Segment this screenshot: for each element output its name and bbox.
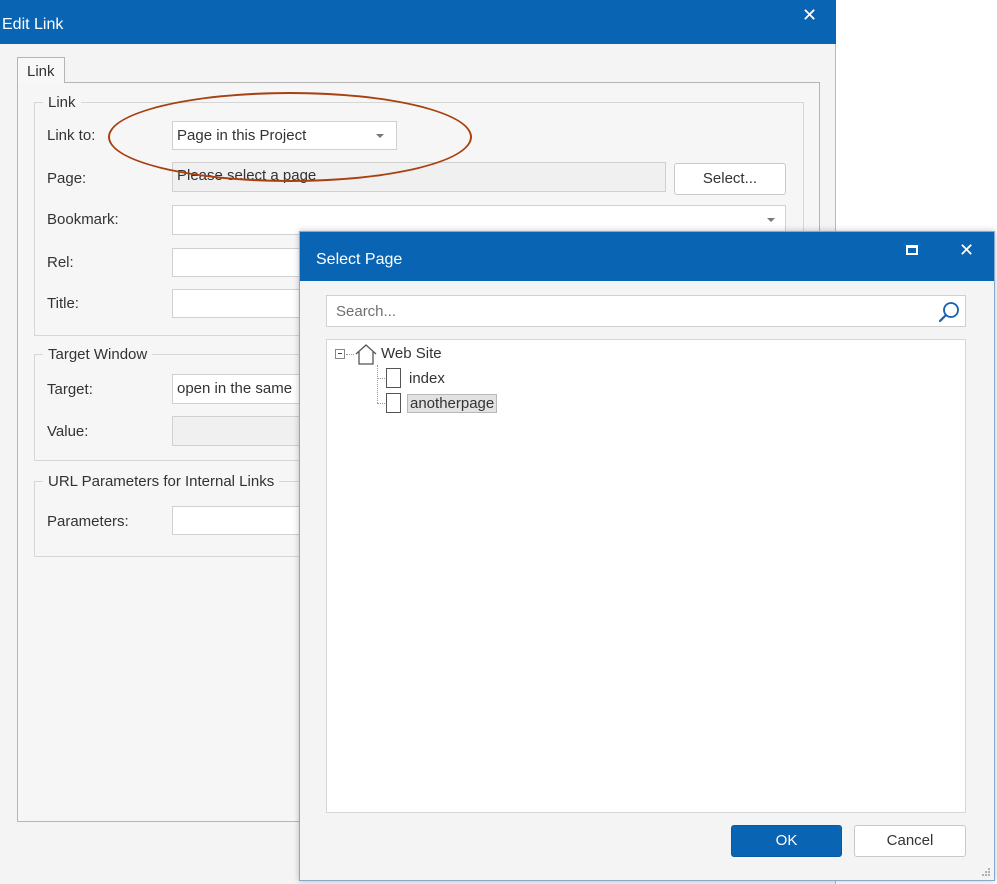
title-label: Title: (47, 295, 79, 312)
target-value: open in the same (177, 380, 293, 397)
resize-grip-icon[interactable] (981, 867, 991, 877)
edit-link-titlebar[interactable]: Edit Link ✕ (0, 0, 836, 44)
link-to-select[interactable]: Page in this Project (172, 121, 397, 150)
maximize-icon[interactable] (906, 245, 918, 255)
value-label: Value: (47, 423, 89, 440)
tree-node-anotherpage[interactable]: anotherpage (407, 394, 498, 413)
page-icon (386, 393, 401, 413)
tree-node-root[interactable]: Web Site (381, 345, 442, 362)
search-input[interactable] (327, 296, 945, 326)
rel-label: Rel: (47, 254, 74, 271)
parameters-label: Parameters: (47, 513, 129, 530)
select-page-button-label: Select... (702, 170, 758, 187)
page-field[interactable]: Please select a page (172, 162, 666, 192)
select-page-dialog: Select Page ✕ Web Site index anotherpage… (299, 231, 995, 881)
close-icon[interactable]: ✕ (959, 240, 974, 261)
tab-link-label: Link (27, 63, 55, 80)
page-label: Page: (47, 170, 87, 187)
page-icon (386, 368, 401, 388)
link-to-value: Page in this Project (177, 127, 307, 144)
select-page-title: Select Page (316, 251, 403, 268)
edit-link-title: Edit Link (2, 16, 64, 33)
tree-node-index[interactable]: index (409, 370, 445, 387)
select-page-titlebar[interactable]: Select Page ✕ (300, 232, 994, 281)
url-parameters-legend: URL Parameters for Internal Links (48, 473, 275, 490)
link-group-legend: Link (48, 94, 76, 111)
page-value: Please select a page (177, 167, 317, 184)
search-icon[interactable] (937, 300, 961, 324)
target-label: Target: (47, 381, 93, 398)
close-icon[interactable]: ✕ (802, 6, 817, 24)
search-box (326, 295, 966, 327)
ok-button-label: OK (775, 832, 798, 849)
tree-connector (377, 378, 385, 379)
bookmark-label: Bookmark: (47, 211, 119, 228)
link-to-label: Link to: (47, 127, 96, 144)
ok-button[interactable]: OK (731, 825, 842, 857)
cancel-button-label: Cancel (886, 832, 934, 849)
tab-link[interactable]: Link (17, 57, 65, 83)
tree-connector (346, 354, 354, 355)
cancel-button[interactable]: Cancel (854, 825, 966, 857)
home-icon (355, 344, 377, 365)
tree-connector (377, 403, 385, 404)
target-window-legend: Target Window (48, 346, 148, 363)
select-page-button[interactable]: Select... (674, 163, 786, 195)
page-tree: Web Site index anotherpage (326, 339, 966, 813)
chevron-down-icon (767, 218, 775, 222)
chevron-down-icon (376, 134, 384, 138)
collapse-toggle[interactable] (335, 349, 345, 359)
tree-connector (377, 365, 378, 403)
